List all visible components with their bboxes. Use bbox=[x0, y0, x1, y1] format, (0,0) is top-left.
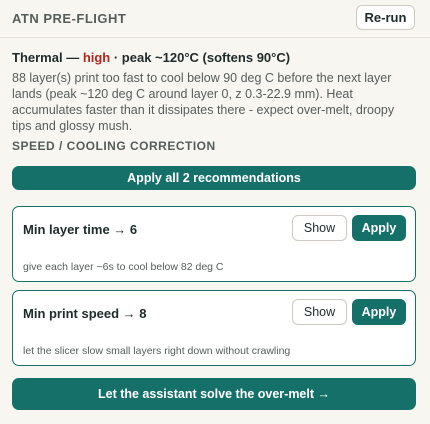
apply-button[interactable]: Apply bbox=[352, 299, 406, 325]
severity-badge: high bbox=[82, 50, 111, 65]
finding-title: Thermal — high · peak ~120°C (softens 90… bbox=[12, 50, 290, 65]
rerun-button[interactable]: Re-run bbox=[356, 5, 415, 30]
recommendation-card: Min layer time → 6 Show Apply give each … bbox=[12, 206, 416, 282]
show-button[interactable]: Show bbox=[292, 215, 347, 241]
section-label: SPEED / COOLING CORRECTION bbox=[12, 139, 216, 153]
finding-separator: — bbox=[62, 50, 83, 65]
recommendation-description: let the slicer slow small layers right d… bbox=[23, 345, 291, 357]
finding-category: Thermal bbox=[12, 50, 63, 65]
finding-detail: · peak ~120°C (softens 90°C) bbox=[110, 50, 291, 65]
apply-all-button[interactable]: Apply all 2 recommendations bbox=[12, 166, 416, 190]
assistant-solve-button[interactable]: Let the assistant solve the over-melt → bbox=[12, 378, 416, 410]
finding-description: 88 layer(s) print too fast to cool below… bbox=[12, 71, 395, 133]
recommendation-card: Min print speed → 8 Show Apply let the s… bbox=[12, 290, 416, 366]
preflight-panel: ATN PRE-FLIGHT Re-run Thermal — high · p… bbox=[0, 0, 430, 424]
recommendation-description: give each layer ~6s to cool below 82 deg… bbox=[23, 261, 224, 273]
show-button[interactable]: Show bbox=[292, 299, 347, 325]
apply-button[interactable]: Apply bbox=[352, 215, 406, 241]
panel-header: ATN PRE-FLIGHT Re-run bbox=[0, 0, 430, 38]
panel-title: ATN PRE-FLIGHT bbox=[12, 11, 127, 26]
recommendation-title: Min print speed → 8 bbox=[23, 306, 147, 321]
recommendation-title: Min layer time → 6 bbox=[23, 222, 138, 237]
